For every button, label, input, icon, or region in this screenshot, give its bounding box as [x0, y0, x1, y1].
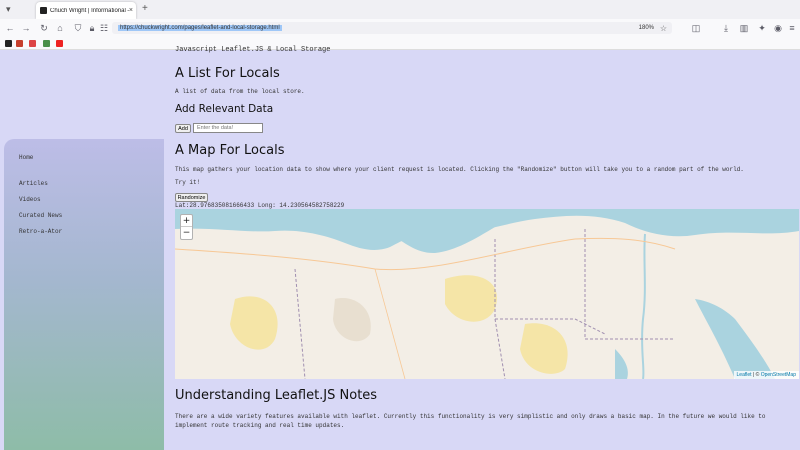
desert-area: [520, 323, 568, 374]
tab-title: Chuch Wright | Informational –: [50, 7, 129, 14]
list-heading: A List For Locals: [175, 66, 280, 81]
bookmark-star-icon[interactable]: ☆: [660, 24, 667, 33]
tab-bar: ▾ Chuch Wright | Informational – × +: [0, 0, 800, 19]
notes-heading: Understanding Leaflet.JS Notes: [175, 388, 378, 403]
country-border: [294, 268, 306, 379]
leaflet-link[interactable]: Leaflet: [737, 372, 752, 378]
close-tab-icon[interactable]: ×: [129, 7, 133, 14]
bookmarks-bar: [0, 37, 800, 50]
forward-icon[interactable]: →: [20, 22, 32, 34]
browser-tab[interactable]: Chuch Wright | Informational – ×: [36, 2, 136, 19]
library-icon[interactable]: ▥: [738, 22, 750, 34]
sand-sea-area: [333, 298, 371, 342]
downloads-icon[interactable]: ⤓: [720, 22, 732, 34]
nav-toolbar: ← → ↻ ⌂ ⛉ 🔒︎ ☷ https://chuckwright.com/p…: [0, 19, 800, 37]
zoom-in-button[interactable]: +: [181, 215, 192, 227]
leaflet-map[interactable]: + − Leaflet | © OpenStreetMap: [175, 209, 799, 379]
list-description: A list of data from the local store.: [175, 88, 305, 95]
menu-icon[interactable]: ≡: [786, 22, 798, 34]
data-input[interactable]: Enter the data!: [193, 123, 263, 133]
sidebar-item-videos[interactable]: Videos: [19, 196, 41, 203]
map-tiles: [175, 209, 799, 379]
account-icon[interactable]: ◉: [772, 22, 784, 34]
map-attribution: Leaflet | © OpenStreetMap: [733, 371, 799, 379]
url-text: https://chuckwright.com/pages/leaflet-an…: [118, 25, 282, 31]
pocket-icon[interactable]: ◫: [690, 22, 702, 34]
red-sea-area: [695, 299, 775, 379]
notes-description: There are a wide variety features availa…: [175, 413, 766, 429]
add-button[interactable]: Add: [175, 124, 191, 133]
back-icon[interactable]: ←: [4, 22, 16, 34]
new-tab-button[interactable]: +: [142, 3, 148, 14]
add-heading: Add Relevant Data: [175, 103, 274, 115]
sidebar-item-curated-news[interactable]: Curated News: [19, 212, 62, 219]
sidebar-item-home[interactable]: Home: [19, 154, 33, 161]
desert-area: [230, 296, 278, 350]
road: [374, 268, 406, 379]
lake-area: [615, 349, 628, 379]
extensions-icon[interactable]: ✦: [756, 22, 768, 34]
try-it-text: Try it!: [175, 179, 201, 186]
zoom-control: + −: [180, 214, 193, 240]
tab-list-icon[interactable]: ▾: [6, 4, 11, 15]
sidebar-item-articles[interactable]: Articles: [19, 180, 48, 187]
bookmark-icon[interactable]: [29, 40, 36, 47]
home-icon[interactable]: ⌂: [54, 22, 66, 34]
zoom-out-button[interactable]: −: [181, 227, 192, 239]
bookmark-icon[interactable]: [5, 40, 12, 47]
map-heading: A Map For Locals: [175, 143, 285, 158]
desert-area: [445, 275, 497, 322]
sidebar: Home Articles Videos Curated News Retro-…: [4, 139, 164, 450]
favicon-icon: [40, 7, 47, 14]
osm-link[interactable]: OpenStreetMap: [761, 372, 796, 378]
randomize-button[interactable]: Randomize: [175, 193, 208, 202]
address-bar[interactable]: https://chuckwright.com/pages/leaflet-an…: [112, 22, 672, 34]
shield-icon[interactable]: ⛉: [72, 22, 84, 34]
country-border: [494, 239, 506, 379]
permissions-icon[interactable]: ☷: [98, 22, 110, 34]
zoom-level[interactable]: 180%: [639, 25, 654, 31]
sidebar-item-retro[interactable]: Retro-a-Ator: [19, 228, 62, 235]
map-description: This map gathers your location data to s…: [175, 166, 744, 173]
bookmark-icon[interactable]: [16, 40, 23, 47]
reload-icon[interactable]: ↻: [38, 22, 50, 34]
coordinates-readout: Lat:28.976835081666433 Long: 14.23056458…: [175, 202, 345, 209]
lock-icon: 🔒︎: [89, 22, 95, 33]
attribution-separator: | ©: [751, 372, 761, 378]
nile-river: [641, 233, 646, 379]
page-title: Javascript Leaflet.JS & Local Storage: [175, 46, 331, 54]
bookmark-icon[interactable]: [56, 40, 63, 47]
bookmark-icon[interactable]: [43, 40, 50, 47]
